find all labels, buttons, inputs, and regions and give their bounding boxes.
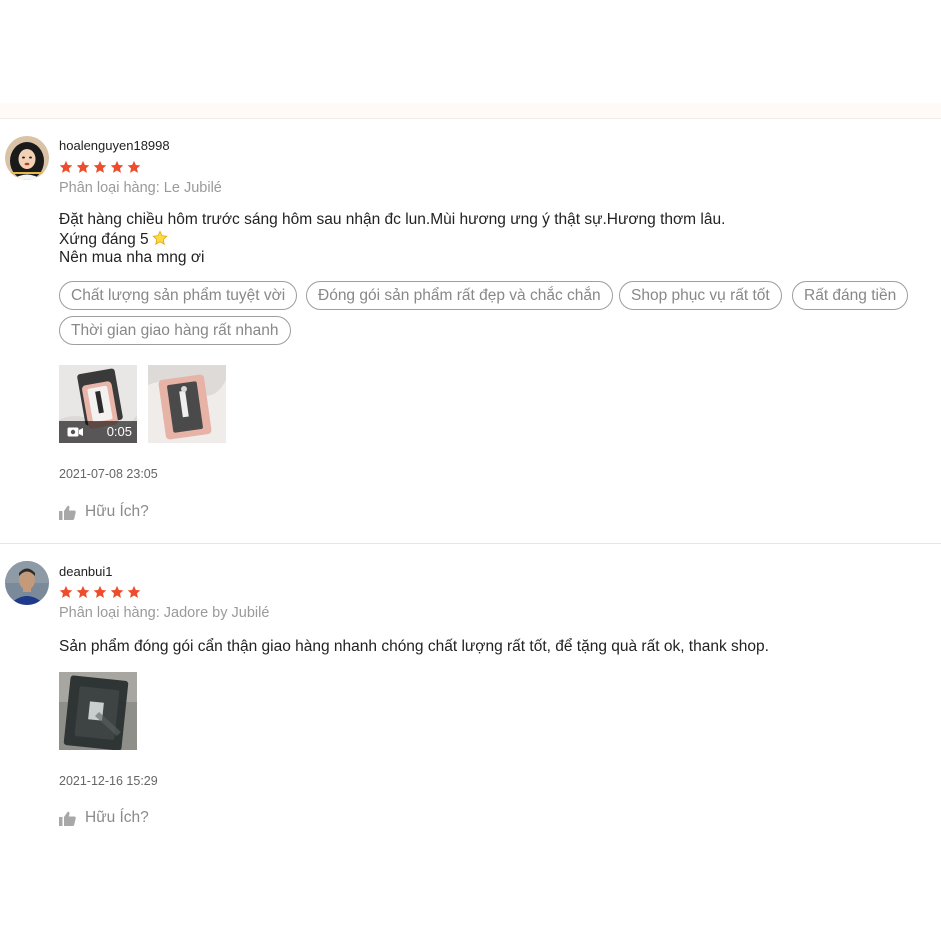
star-icon [93,585,107,598]
helpful-button[interactable]: Hữu Ích? [59,503,149,521]
comment-line: Sản phẩm đóng gói cẩn thận giao hàng nha… [59,638,769,655]
star-icon [127,160,141,173]
comment-line: Đặt hàng chiều hôm trước sáng hôm sau nh… [59,211,726,228]
reviewer-username[interactable]: deanbui1 [59,564,113,579]
review-item: hoalenguyen18998 Phân loại hàng: Le Jubi… [0,121,941,544]
avatar[interactable] [5,561,49,605]
rating-stars [59,160,141,174]
video-overlay: 0:05 [59,421,137,443]
product-variant: Phân loại hàng: Le Jubilé [59,180,222,196]
star-icon [76,585,90,598]
thumbs-up-icon [59,811,76,826]
review-media: 0:05 [59,365,226,443]
star-icon [110,585,124,598]
thumbs-up-icon [59,505,76,520]
avatar[interactable] [5,136,49,180]
review-image-thumbnail[interactable] [148,365,226,443]
review-comment: Sản phẩm đóng gói cẩn thận giao hàng nha… [59,638,769,657]
review-image-thumbnail[interactable] [59,672,137,750]
helpful-button[interactable]: Hữu Ích? [59,809,149,827]
video-duration: 0:05 [106,424,132,439]
comment-line: Xứng đáng 5 [59,229,725,250]
star-icon [76,160,90,173]
section-divider-band [0,103,941,119]
rating-stars [59,585,141,599]
comment-line: Nên mua nha mng ơi [59,249,205,266]
reviewer-username[interactable]: hoalenguyen18998 [59,138,170,153]
review-comment: Đặt hàng chiều hôm trước sáng hôm sau nh… [59,211,725,268]
star-icon [127,585,141,598]
review-tag[interactable]: Đóng gói sản phẩm rất đẹp và chắc chắn [306,281,613,310]
review-media [59,672,137,750]
video-camera-icon [67,427,83,437]
helpful-label: Hữu Ích? [85,503,149,520]
star-icon [59,585,73,598]
star-icon [93,160,107,173]
review-tag[interactable]: Shop phục vụ rất tốt [619,281,782,310]
review-tag[interactable]: Chất lượng sản phẩm tuyệt vời [59,281,298,310]
review-date: 2021-12-16 15:29 [59,774,158,788]
star-emoji-icon [151,229,168,245]
review-item: deanbui1 Phân loại hàng: Jadore by Jubil… [0,545,941,845]
star-icon [110,160,124,173]
product-variant: Phân loại hàng: Jadore by Jubilé [59,605,270,621]
star-icon [59,160,73,173]
helpful-label: Hữu Ích? [85,809,149,826]
review-video-thumbnail[interactable]: 0:05 [59,365,137,443]
review-tag[interactable]: Rất đáng tiền [792,281,909,310]
review-tag[interactable]: Thời gian giao hàng rất nhanh [59,316,291,345]
review-date: 2021-07-08 23:05 [59,467,158,481]
